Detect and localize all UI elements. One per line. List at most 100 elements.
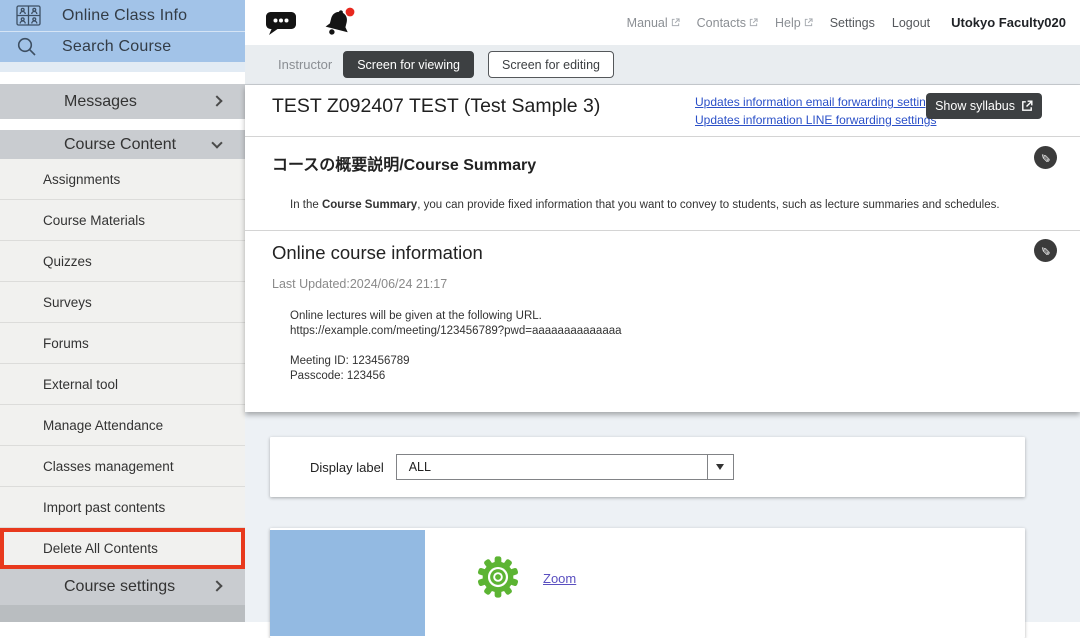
display-label-text: Display label xyxy=(310,460,384,475)
course-summary-heading: コースの概要説明/Course Summary xyxy=(272,151,1080,175)
sidebar-item-surveys[interactable]: Surveys xyxy=(0,282,245,323)
pencil-icon: ✎ xyxy=(1039,152,1053,162)
sidebar-divider-strip xyxy=(0,62,245,72)
sidebar-item-assignments[interactable]: Assignments xyxy=(0,159,245,200)
passcode-line: Passcode: 123456 xyxy=(290,369,1080,384)
nav-link-label: Help xyxy=(775,16,801,30)
video-grid-icon xyxy=(16,5,62,26)
search-icon xyxy=(16,36,62,58)
sidebar-item-delete-all-contents[interactable]: Delete All Contents xyxy=(0,528,245,569)
sidebar-item-label: Surveys xyxy=(43,295,92,310)
screen-for-viewing-button[interactable]: Screen for viewing xyxy=(343,51,474,78)
sidebar-header-label: Course Content xyxy=(64,136,176,154)
nav-contacts-link[interactable]: Contacts xyxy=(697,16,758,30)
sidebar-gap xyxy=(0,119,245,130)
top-nav: Manual Contacts Help Settings Logout Uto… xyxy=(627,15,1066,30)
info-line: Online lectures will be given at the fol… xyxy=(290,309,1080,324)
forwarding-links: Updates information email forwarding set… xyxy=(695,94,938,129)
nav-link-label: Logout xyxy=(892,16,930,30)
nav-manual-link[interactable]: Manual xyxy=(627,16,680,30)
course-summary-section: コースの概要説明/Course Summary ✎ In the Course … xyxy=(245,137,1080,231)
sidebar-item-messages[interactable]: Messages xyxy=(0,84,245,119)
sidebar-item-label: Manage Attendance xyxy=(43,418,163,433)
notification-bell-icon[interactable] xyxy=(321,6,357,40)
last-updated-text: Last Updated:2024/06/24 21:17 xyxy=(272,277,1080,291)
external-link-icon xyxy=(671,18,680,27)
meeting-id-line: Meeting ID: 123456789 xyxy=(290,354,1080,369)
nav-logout-link[interactable]: Logout xyxy=(892,16,930,30)
sidebar-item-classes-management[interactable]: Classes management xyxy=(0,446,245,487)
sidebar-gap xyxy=(0,72,245,84)
sidebar-item-label: Classes management xyxy=(43,459,174,474)
sidebar-top-section: Online Class Info Search Course xyxy=(0,0,245,62)
selected-option: ALL xyxy=(397,455,707,479)
sidebar-item-manage-attendance[interactable]: Manage Attendance xyxy=(0,405,245,446)
sidebar: Online Class Info Search Course Messages… xyxy=(0,0,245,622)
edit-summary-button[interactable]: ✎ xyxy=(1034,146,1057,169)
sidebar-item-label: External tool xyxy=(43,377,118,392)
page: Online Class Info Search Course Messages… xyxy=(0,0,1080,622)
sidebar-item-quizzes[interactable]: Quizzes xyxy=(0,241,245,282)
online-info-body: Online lectures will be given at the fol… xyxy=(290,309,1080,384)
spacer xyxy=(290,339,1080,354)
line-forwarding-settings-link[interactable]: Updates information LINE forwarding sett… xyxy=(695,112,938,130)
external-link-icon xyxy=(804,18,813,27)
sidebar-header-label: Messages xyxy=(64,93,137,111)
nav-link-label: Settings xyxy=(830,16,875,30)
sidebar-item-import-past-contents[interactable]: Import past contents xyxy=(0,487,245,528)
external-link-icon xyxy=(1021,100,1033,112)
sidebar-header-label: Course settings xyxy=(64,578,175,596)
sidebar-item-search-course[interactable]: Search Course xyxy=(0,31,245,62)
show-syllabus-button[interactable]: Show syllabus xyxy=(926,93,1042,119)
online-info-heading: Online course information xyxy=(272,242,1080,264)
sidebar-item-label: Online Class Info xyxy=(62,7,187,25)
zoom-link[interactable]: Zoom xyxy=(543,571,576,586)
course-header: TEST Z092407 TEST (Test Sample 3) Update… xyxy=(245,85,1080,137)
chevron-down-icon xyxy=(211,137,222,148)
sidebar-item-course-settings[interactable]: Course settings xyxy=(0,569,245,605)
nav-link-label: Contacts xyxy=(697,16,746,30)
sidebar-item-forums[interactable]: Forums xyxy=(0,323,245,364)
main-area: Manual Contacts Help Settings Logout Uto… xyxy=(245,0,1080,622)
user-name: Utokyo Faculty020 xyxy=(951,15,1066,30)
edit-online-info-button[interactable]: ✎ xyxy=(1034,239,1057,262)
nav-settings-link[interactable]: Settings xyxy=(830,16,875,30)
select-arrow-button xyxy=(707,455,733,479)
messages-bubble-icon[interactable] xyxy=(265,10,297,36)
online-course-info-section: Online course information ✎ Last Updated… xyxy=(245,231,1080,410)
nav-link-label: Manual xyxy=(627,16,668,30)
sidebar-item-course-content[interactable]: Course Content xyxy=(0,130,245,159)
sidebar-item-label: Quizzes xyxy=(43,254,92,269)
caret-down-icon xyxy=(716,464,724,470)
sidebar-item-course-materials[interactable]: Course Materials xyxy=(0,200,245,241)
course-content-panel: TEST Z092407 TEST (Test Sample 3) Update… xyxy=(245,85,1080,412)
display-label-select[interactable]: ALL xyxy=(396,454,734,480)
external-link-icon xyxy=(749,18,758,27)
sidebar-item-label: Search Course xyxy=(62,38,171,56)
sidebar-item-label: Import past contents xyxy=(43,500,165,515)
course-summary-description: In the Course Summary, you can provide f… xyxy=(290,199,1020,211)
display-label-card: Display label ALL xyxy=(270,437,1025,497)
view-mode-toolbar: Instructor Screen for viewing Screen for… xyxy=(245,45,1080,85)
screen-for-editing-button[interactable]: Screen for editing xyxy=(488,51,614,78)
sidebar-item-label: Course Materials xyxy=(43,213,145,228)
chevron-right-icon xyxy=(211,95,222,106)
nav-help-link[interactable]: Help xyxy=(775,16,813,30)
page-title: TEST Z092407 TEST (Test Sample 3) xyxy=(272,95,600,118)
show-syllabus-label: Show syllabus xyxy=(935,99,1015,113)
meeting-url: https://example.com/meeting/123456789?pw… xyxy=(290,324,1080,339)
role-label: Instructor xyxy=(278,57,332,72)
sidebar-submenu: Assignments Course Materials Quizzes Sur… xyxy=(0,159,245,569)
chevron-right-icon xyxy=(211,580,222,591)
sidebar-item-label: Delete All Contents xyxy=(43,541,158,556)
sidebar-bottom-strip xyxy=(0,605,245,622)
gear-icon xyxy=(475,554,521,605)
content-thumbnail xyxy=(270,530,425,636)
pencil-icon: ✎ xyxy=(1039,245,1053,255)
sidebar-item-external-tool[interactable]: External tool xyxy=(0,364,245,405)
sidebar-item-online-class-info[interactable]: Online Class Info xyxy=(0,0,245,31)
top-bar: Manual Contacts Help Settings Logout Uto… xyxy=(245,0,1080,45)
sidebar-item-label: Forums xyxy=(43,336,89,351)
sidebar-item-label: Assignments xyxy=(43,172,120,187)
email-forwarding-settings-link[interactable]: Updates information email forwarding set… xyxy=(695,94,938,112)
